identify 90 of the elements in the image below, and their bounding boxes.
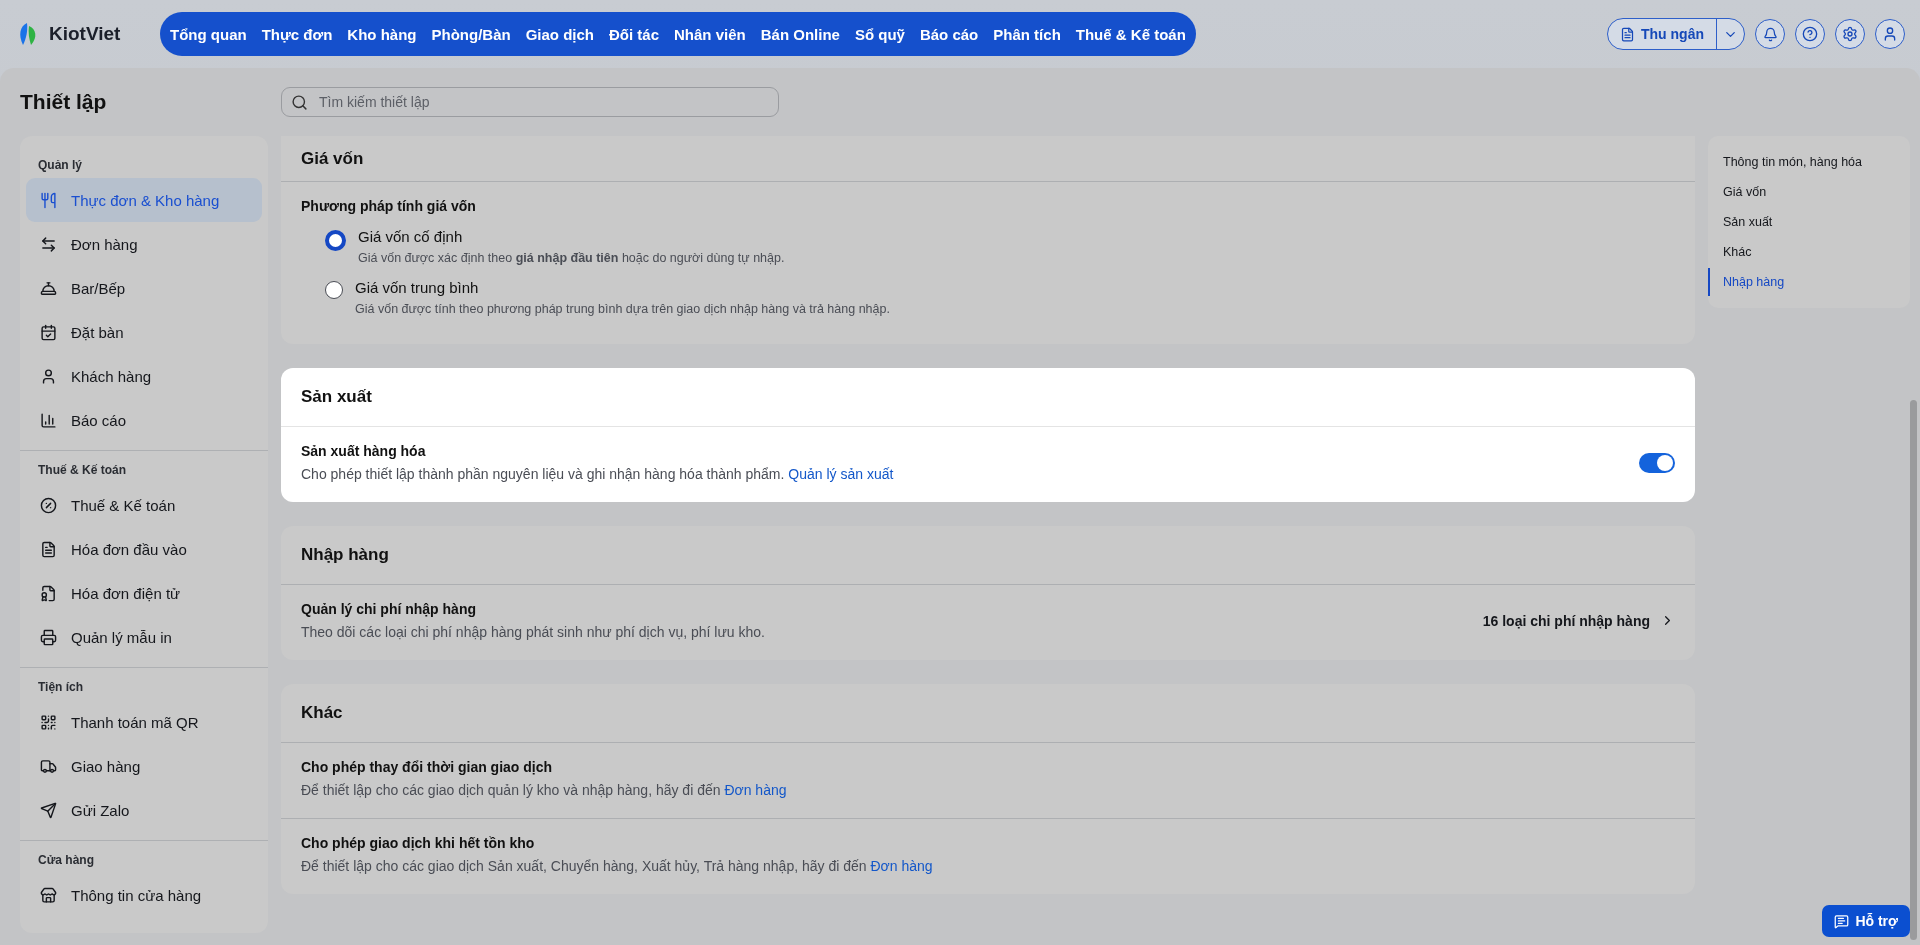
nav-link[interactable]: Phân tích — [993, 25, 1061, 43]
index-link[interactable]: Khác — [1708, 238, 1910, 266]
search-icon — [291, 94, 308, 111]
sidebar-item[interactable]: Giao hàng — [26, 744, 262, 788]
cost-types-link[interactable]: 16 loại chi phí nhập hàng — [1482, 612, 1675, 629]
nav-link[interactable]: Báo cáo — [919, 25, 979, 43]
sidebar-item[interactable]: Gửi Zalo — [26, 788, 262, 832]
send-icon — [40, 801, 57, 819]
truck-icon — [40, 757, 57, 775]
option-description: Giá vốn được tính theo phương pháp trung bình dựa trên giao dịch nhập hàng và trả hàng nhập. — [355, 302, 890, 316]
nav-link[interactable]: Giao dịch — [525, 25, 594, 43]
setting-description: Để thiết lập cho các giao dịch Sản xuất, Chuyển hàng, Xuất hủy, Trả hàng nhập, hãy đi đến Đơn hàng — [301, 858, 934, 874]
sidebar-item[interactable]: Khách hàng — [26, 354, 262, 398]
nav-link[interactable]: Thực đơn — [261, 25, 333, 43]
user-icon — [40, 367, 57, 385]
card-title: Khác — [301, 703, 343, 723]
card-title: Nhập hàng — [301, 545, 389, 565]
help-button[interactable] — [1795, 19, 1825, 49]
search-field[interactable]: Tìm kiếm thiết lập — [281, 87, 779, 117]
setting-title: Phương pháp tính giá vốn — [301, 198, 477, 214]
radio-button[interactable] — [325, 281, 343, 299]
manage-link[interactable]: Quản lý sản xuất — [788, 466, 894, 482]
bell-icon — [40, 279, 57, 297]
toggle-switch[interactable] — [1639, 452, 1675, 473]
radio-button[interactable] — [325, 230, 346, 251]
brand-name: KiotViet — [49, 23, 121, 45]
card-title: Giá vốn — [301, 148, 364, 169]
sidebar-item[interactable]: Bar/Bếp — [26, 266, 262, 310]
sidebar-item[interactable]: Đơn hàng — [26, 222, 262, 266]
orders-link[interactable]: Đơn hàng — [870, 858, 933, 874]
arrows-icon — [40, 235, 57, 253]
setting-title: Cho phép giao dịch khi hết tồn kho — [301, 835, 536, 851]
index-link[interactable]: Sản xuất — [1708, 208, 1910, 236]
sidebar-item[interactable]: Quản lý mẫu in — [26, 615, 262, 659]
nav-link[interactable]: Đối tác — [609, 25, 660, 43]
document-icon — [40, 540, 57, 558]
user-icon — [1882, 26, 1898, 42]
group-title: Quản lý — [37, 157, 83, 174]
index-link[interactable]: Thông tin món, hàng hóa — [1708, 148, 1910, 176]
sidebar-item[interactable]: Hóa đơn đầu vào — [26, 527, 262, 571]
percent-icon — [40, 496, 57, 514]
utensils-icon — [40, 191, 57, 209]
sidebar-item[interactable]: Báo cáo — [26, 398, 262, 442]
group-title: Cửa hàng — [37, 852, 96, 869]
setting-description: Để thiết lập cho các giao dịch quản lý kho và nhập hàng, hãy đi đến Đơn hàng — [301, 782, 788, 798]
page-title: Thiết lập — [20, 90, 108, 114]
nav-link[interactable]: Kho hàng — [347, 25, 417, 43]
document-icon — [1620, 26, 1635, 42]
group-title: Tiện ích — [37, 679, 85, 696]
settings-icon — [1842, 26, 1858, 42]
sidebar-item[interactable]: Đặt bàn — [26, 310, 262, 354]
cashier-button[interactable]: Thu ngân — [1608, 19, 1716, 49]
setting-title: Cho phép thay đổi thời gian giao dịch — [301, 759, 554, 775]
nav-link[interactable]: Bán Online — [760, 25, 840, 43]
sidebar-item[interactable]: Thông tin cửa hàng — [26, 873, 262, 917]
card-title: Sản xuất — [301, 387, 372, 407]
support-button[interactable]: Hỗ trợ — [1822, 905, 1910, 937]
group-title: Thuế & Kế toán — [37, 462, 127, 479]
orders-link[interactable]: Đơn hàng — [724, 782, 787, 798]
option-description: Giá vốn được xác định theo giá nhập đầu tiên hoặc do người dùng tự nhập. — [358, 251, 785, 265]
nav-link[interactable]: Tổng quan — [170, 25, 247, 43]
nav-link[interactable]: Phòng/Bàn — [431, 25, 511, 43]
chat-icon — [1834, 913, 1850, 929]
setting-description: Theo dõi các loại chi phí nhập hàng phát sinh như phí dịch vụ, phí lưu kho. — [301, 624, 766, 640]
bell-icon — [1762, 26, 1778, 42]
nav-link[interactable]: Nhân viên — [674, 25, 746, 43]
setting-title: Sản xuất hàng hóa — [301, 443, 427, 459]
help-icon — [1802, 26, 1818, 42]
document-icon — [40, 584, 57, 602]
sidebar-item[interactable]: Hóa đơn điện tử — [26, 571, 262, 615]
nav-link[interactable]: Sổ quỹ — [854, 25, 905, 43]
index-link[interactable]: Giá vốn — [1708, 178, 1910, 206]
nav-link[interactable]: Thuế & Kế toán — [1075, 25, 1186, 43]
option-label: Giá vốn cố định — [358, 228, 464, 245]
sidebar-item[interactable]: Thuế & Kế toán — [26, 483, 262, 527]
qr-code-icon — [40, 713, 57, 731]
calendar-icon — [40, 323, 57, 341]
account-button[interactable] — [1875, 19, 1905, 49]
chart-icon — [40, 411, 57, 429]
store-icon — [40, 886, 57, 904]
printer-icon — [40, 628, 57, 646]
setting-description: Cho phép thiết lập thành phần nguyên liệu và ghi nhận hàng hóa thành phẩm. Quản lý sản xuất — [301, 466, 895, 482]
index-link[interactable]: Nhập hàng — [1708, 268, 1910, 296]
option-label: Giá vốn trung bình — [355, 279, 480, 296]
scrollbar-thumb[interactable] — [1910, 400, 1917, 940]
notification-button[interactable] — [1755, 19, 1785, 49]
sidebar-item[interactable]: Thực đơn & Kho hàng — [26, 178, 262, 222]
settings-button[interactable] — [1835, 19, 1865, 49]
setting-title: Quản lý chi phí nhập hàng — [301, 601, 477, 617]
sidebar-item[interactable]: Thanh toán mã QR — [26, 700, 262, 744]
